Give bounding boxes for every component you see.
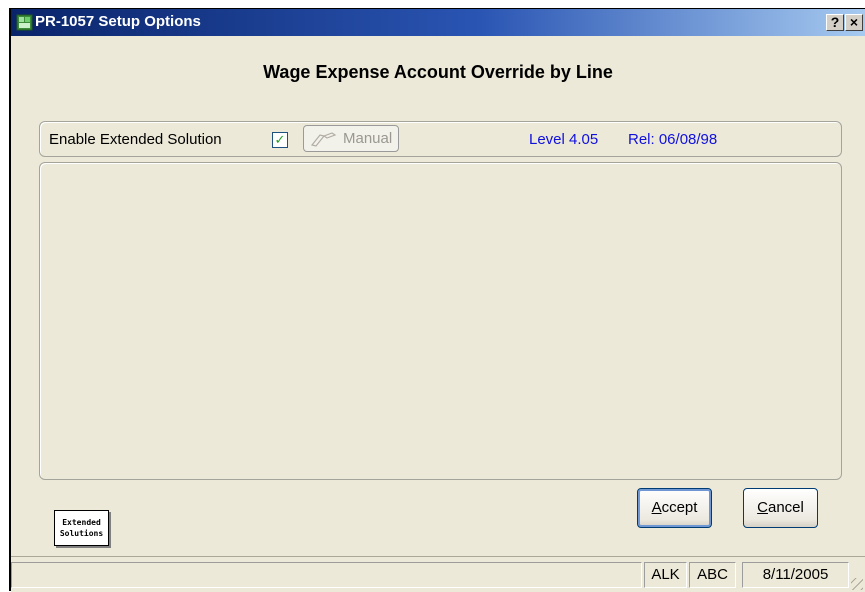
page-title: Wage Expense Account Override by Line <box>263 62 613 82</box>
close-icon: × <box>849 14 859 30</box>
help-button[interactable]: ? <box>826 14 844 31</box>
enable-extended-solution-label: Enable Extended Solution <box>49 131 222 148</box>
manual-book-icon <box>310 132 337 147</box>
status-company-pane: ABC <box>689 562 736 588</box>
close-button[interactable]: × <box>845 14 863 31</box>
cancel-button[interactable]: Cancel <box>743 488 818 528</box>
window-title: PR-1057 Setup Options <box>35 13 201 30</box>
help-icon: ? <box>830 14 840 30</box>
resize-grip[interactable] <box>851 578 863 590</box>
cancel-mnemonic: C <box>757 499 768 516</box>
main-content-panel <box>39 162 842 480</box>
title-bar[interactable]: PR-1057 Setup Options ? × <box>11 9 865 36</box>
app-icon <box>16 14 33 31</box>
options-panel: Enable Extended Solution ✓ Manual Level … <box>39 121 842 157</box>
status-bar: ALK ABC 8/11/2005 <box>11 556 865 592</box>
level-text: Level 4.05 <box>529 131 599 148</box>
setup-options-window: PR-1057 Setup Options ? × Wage Expense A… <box>9 8 865 592</box>
extended-solutions-logo: Extended Solutions <box>54 510 109 546</box>
accept-button[interactable]: Accept <box>637 488 712 528</box>
manual-button-label: Manual <box>343 130 393 147</box>
status-date-pane: 8/11/2005 <box>742 562 849 588</box>
accept-mnemonic: A <box>651 499 662 516</box>
logo-line-2: Solutions <box>59 529 104 538</box>
logo-line-1: Extended <box>62 518 101 527</box>
status-user-pane: ALK <box>644 562 687 588</box>
checkmark-icon: ✓ <box>274 132 286 147</box>
release-date-text: Rel: 06/08/98 <box>628 131 718 148</box>
cancel-label: ancel <box>767 499 804 516</box>
status-message-pane <box>11 562 642 588</box>
manual-button[interactable]: Manual <box>303 125 399 152</box>
accept-label: ccept <box>661 499 698 516</box>
enable-extended-solution-checkbox[interactable]: ✓ <box>272 132 288 148</box>
